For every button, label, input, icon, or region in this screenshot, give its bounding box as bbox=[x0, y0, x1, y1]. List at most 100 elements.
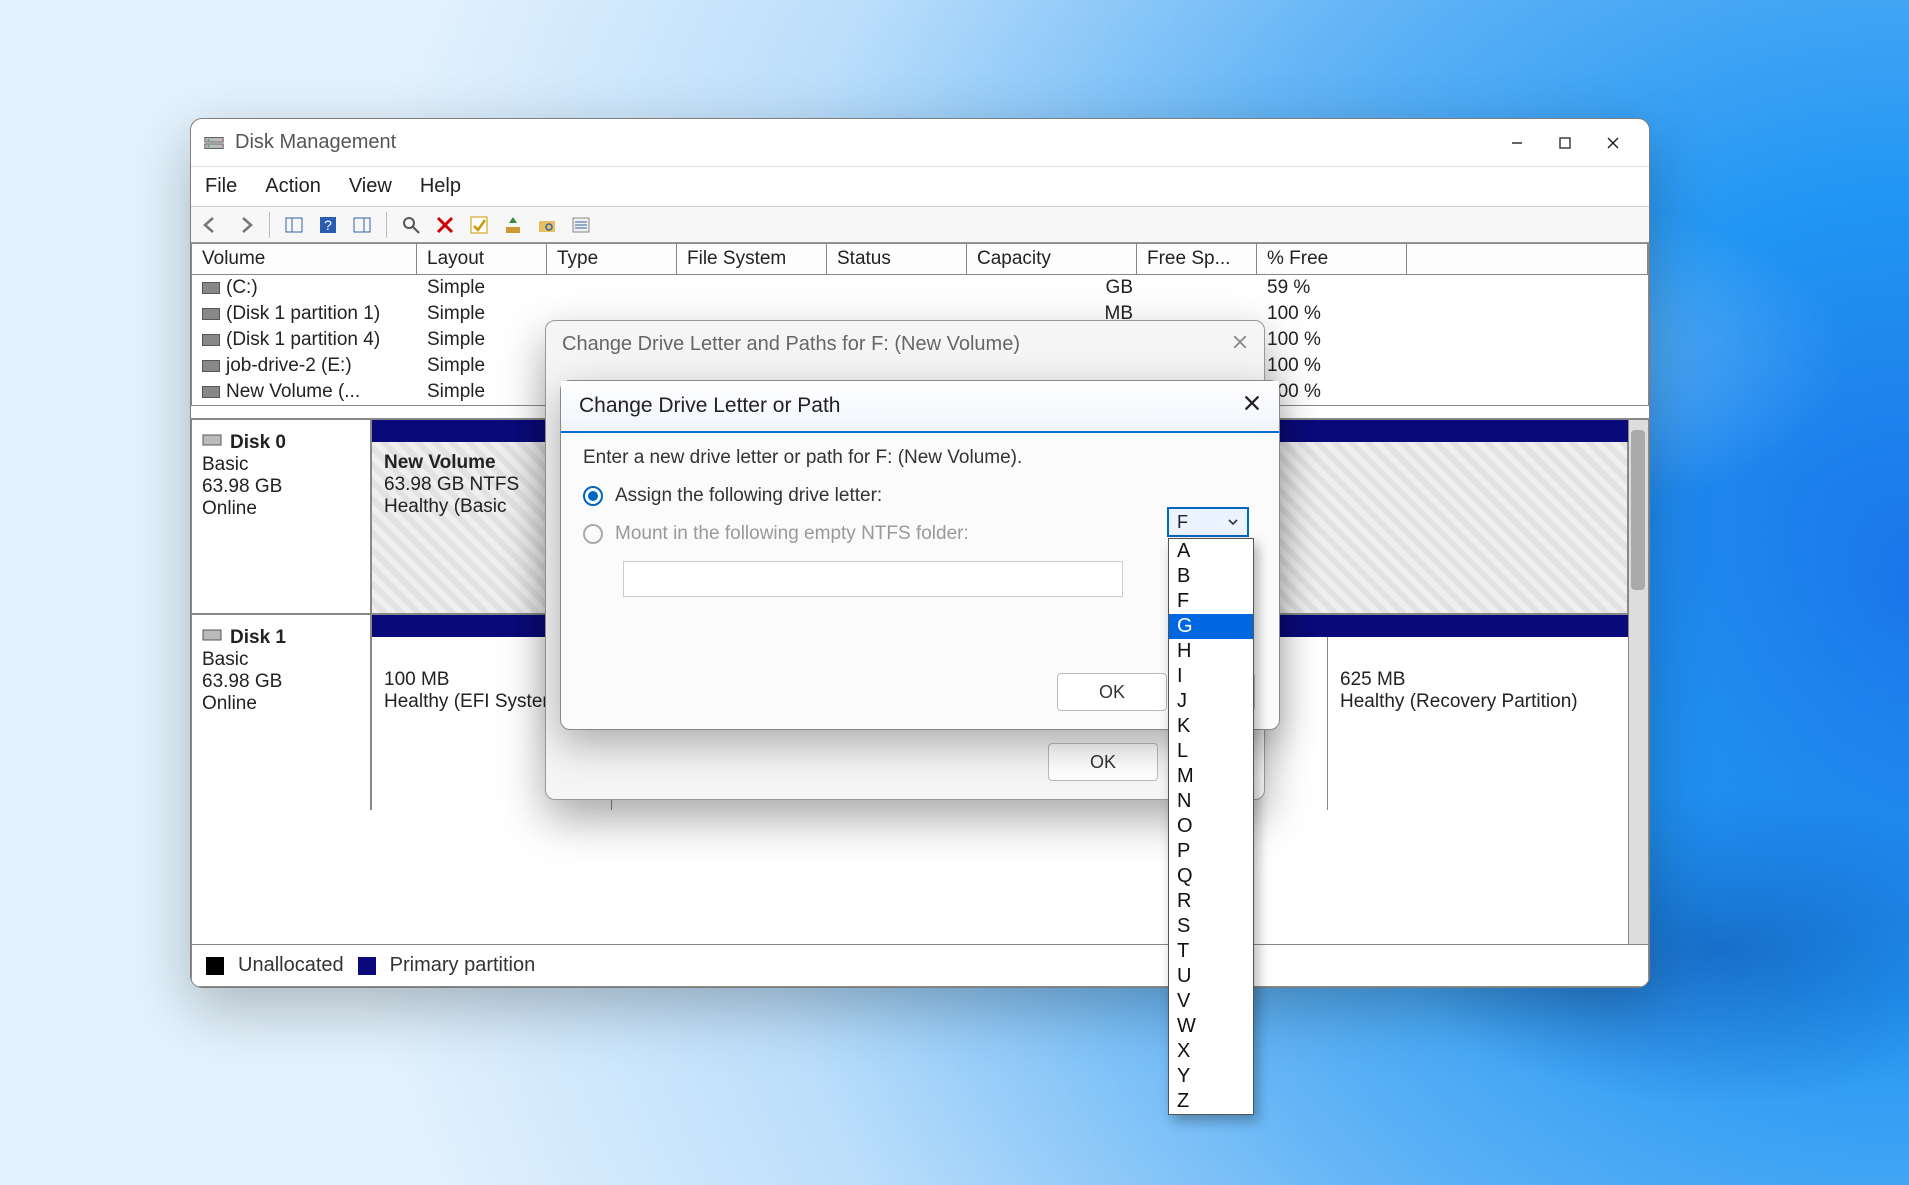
drive-letter-option[interactable]: V bbox=[1169, 989, 1253, 1014]
col-type[interactable]: Type bbox=[547, 244, 677, 274]
legend-swatch-primary bbox=[358, 957, 376, 975]
close-icon[interactable] bbox=[1243, 394, 1261, 418]
radio-mount-folder[interactable] bbox=[583, 524, 603, 544]
drive-letter-option[interactable]: N bbox=[1169, 789, 1253, 814]
drive-letter-option[interactable]: A bbox=[1169, 539, 1253, 564]
drive-letter-option[interactable]: Z bbox=[1169, 1089, 1253, 1114]
volume-icon bbox=[202, 334, 220, 346]
disk-type: Basic bbox=[202, 649, 360, 671]
drive-letter-option[interactable]: F bbox=[1169, 589, 1253, 614]
list-icon[interactable] bbox=[569, 213, 593, 237]
action-pane-icon[interactable] bbox=[350, 213, 374, 237]
legend: Unallocated Primary partition bbox=[191, 945, 1649, 987]
cell-pct: 100 % bbox=[1257, 301, 1407, 327]
cell-layout: Simple bbox=[417, 301, 547, 327]
volume-row[interactable]: (C:) Simple GB 59 % bbox=[192, 275, 1648, 301]
properties-icon[interactable] bbox=[399, 213, 423, 237]
chevron-down-icon bbox=[1227, 512, 1239, 533]
radio-assign-letter[interactable] bbox=[583, 486, 603, 506]
drive-letter-option[interactable]: U bbox=[1169, 964, 1253, 989]
minimize-button[interactable] bbox=[1493, 123, 1541, 163]
col-pctfree[interactable]: % Free bbox=[1257, 244, 1407, 274]
show-hide-console-tree-icon[interactable] bbox=[282, 213, 306, 237]
disk-status: Online bbox=[202, 498, 360, 520]
window-title: Disk Management bbox=[235, 131, 1493, 154]
menu-file[interactable]: File bbox=[205, 175, 237, 198]
disk-name: Disk 0 bbox=[230, 432, 286, 454]
volume-name: (Disk 1 partition 1) bbox=[226, 303, 380, 324]
partition-title: New Volume bbox=[384, 452, 496, 473]
drive-letter-option[interactable]: T bbox=[1169, 939, 1253, 964]
drive-letter-option[interactable]: Y bbox=[1169, 1064, 1253, 1089]
volume-icon bbox=[202, 386, 220, 398]
drive-letter-option[interactable]: B bbox=[1169, 564, 1253, 589]
volume-name: (C:) bbox=[226, 277, 258, 298]
close-button[interactable] bbox=[1589, 123, 1637, 163]
cell-layout: Simple bbox=[417, 353, 547, 379]
cell-layout: Simple bbox=[417, 275, 547, 301]
col-free[interactable]: Free Sp... bbox=[1137, 244, 1257, 274]
ok-button[interactable]: OK bbox=[1057, 673, 1167, 711]
drive-letter-option[interactable]: M bbox=[1169, 764, 1253, 789]
radio-mount-label: Mount in the following empty NTFS folder… bbox=[615, 523, 969, 545]
disk-info[interactable]: Disk 1 Basic 63.98 GB Online bbox=[192, 615, 372, 810]
drive-letter-option[interactable]: S bbox=[1169, 914, 1253, 939]
drive-letter-value: F bbox=[1177, 512, 1188, 533]
radio-assign-label: Assign the following drive letter: bbox=[615, 485, 882, 507]
drive-letter-option[interactable]: P bbox=[1169, 839, 1253, 864]
legend-label-unallocated: Unallocated bbox=[238, 954, 344, 977]
drive-letter-option[interactable]: L bbox=[1169, 739, 1253, 764]
disk-name: Disk 1 bbox=[230, 627, 286, 649]
col-status[interactable]: Status bbox=[827, 244, 967, 274]
partition-box[interactable]: 625 MB Healthy (Recovery Partition) bbox=[1328, 637, 1628, 810]
drive-letter-option[interactable]: H bbox=[1169, 639, 1253, 664]
ok-button[interactable]: OK bbox=[1048, 743, 1158, 781]
partition-health: Healthy (Recovery Partition) bbox=[1340, 691, 1616, 713]
menu-action[interactable]: Action bbox=[265, 175, 321, 198]
cell-layout: Simple bbox=[417, 379, 547, 405]
dialog-title: Change Drive Letter and Paths for F: (Ne… bbox=[562, 333, 1020, 356]
drive-letter-option[interactable]: J bbox=[1169, 689, 1253, 714]
menu-view[interactable]: View bbox=[349, 175, 392, 198]
cell-capacity: GB bbox=[967, 275, 1137, 301]
drive-letter-option[interactable]: K bbox=[1169, 714, 1253, 739]
disk-info[interactable]: Disk 0 Basic 63.98 GB Online bbox=[192, 420, 372, 613]
mount-path-input[interactable] bbox=[623, 561, 1123, 597]
drive-letter-option[interactable]: X bbox=[1169, 1039, 1253, 1064]
col-capacity[interactable]: Capacity bbox=[967, 244, 1137, 274]
search-folder-icon[interactable] bbox=[535, 213, 559, 237]
volume-name: (Disk 1 partition 4) bbox=[226, 329, 380, 350]
disk-management-icon bbox=[203, 132, 225, 154]
titlebar: Disk Management bbox=[191, 119, 1649, 167]
drive-letter-dropdown[interactable]: ABFGHIJKLMNOPQRSTUVWXYZ bbox=[1168, 538, 1254, 1115]
help-icon[interactable]: ? bbox=[316, 213, 340, 237]
toolbar: ? bbox=[191, 207, 1649, 243]
drive-letter-select[interactable]: F bbox=[1167, 507, 1249, 537]
legend-swatch-unallocated bbox=[206, 957, 224, 975]
col-volume[interactable]: Volume bbox=[192, 244, 417, 274]
drive-letter-option[interactable]: I bbox=[1169, 664, 1253, 689]
drive-letter-option[interactable]: R bbox=[1169, 889, 1253, 914]
check-icon[interactable] bbox=[467, 213, 491, 237]
upload-icon[interactable] bbox=[501, 213, 525, 237]
col-spacer bbox=[1407, 244, 1648, 274]
disk-status: Online bbox=[202, 693, 360, 715]
menubar: File Action View Help bbox=[191, 167, 1649, 207]
forward-icon[interactable] bbox=[233, 213, 257, 237]
drive-letter-option[interactable]: Q bbox=[1169, 864, 1253, 889]
cell-pct: 100 % bbox=[1257, 353, 1407, 379]
maximize-button[interactable] bbox=[1541, 123, 1589, 163]
delete-icon[interactable] bbox=[433, 213, 457, 237]
partition-size: 625 MB bbox=[1340, 669, 1616, 691]
drive-letter-option[interactable]: G bbox=[1169, 614, 1253, 639]
cell-pct: 59 % bbox=[1257, 275, 1407, 301]
menu-help[interactable]: Help bbox=[420, 175, 461, 198]
close-icon[interactable] bbox=[1232, 333, 1248, 356]
drive-letter-option[interactable]: O bbox=[1169, 814, 1253, 839]
col-filesystem[interactable]: File System bbox=[677, 244, 827, 274]
scrollbar[interactable] bbox=[1628, 420, 1648, 944]
drive-letter-option[interactable]: W bbox=[1169, 1014, 1253, 1039]
col-layout[interactable]: Layout bbox=[417, 244, 547, 274]
disk-size: 63.98 GB bbox=[202, 671, 360, 693]
back-icon[interactable] bbox=[199, 213, 223, 237]
